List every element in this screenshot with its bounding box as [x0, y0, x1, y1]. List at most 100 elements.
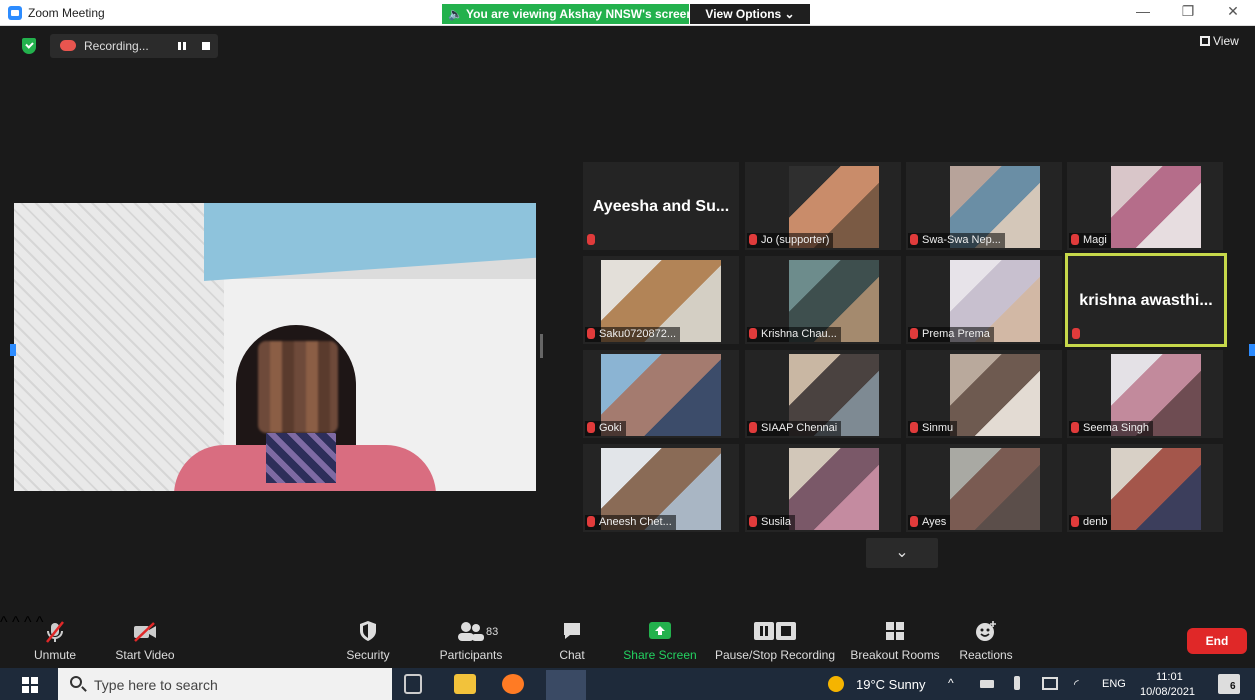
- wifi-icon[interactable]: ◜: [1074, 677, 1079, 691]
- participant-name-label: Ayes: [908, 515, 951, 530]
- share-screen-button[interactable]: Share Screen: [622, 620, 698, 662]
- stop-recording-icon[interactable]: [202, 42, 210, 50]
- participant-name-label: Aneesh Chet...: [585, 515, 676, 530]
- security-button[interactable]: Security: [340, 620, 396, 662]
- reactions-smiley-icon: [956, 620, 1016, 644]
- participant-tile[interactable]: Ayes: [906, 444, 1062, 532]
- start-video-label: Start Video: [115, 648, 175, 662]
- participant-tile[interactable]: Sinmu: [906, 350, 1062, 438]
- split-divider-handle[interactable]: [540, 334, 543, 358]
- muted-mic-icon: [1071, 516, 1079, 527]
- participant-tile[interactable]: Ayeesha and Su...: [583, 162, 739, 250]
- more-participants-chevron-icon[interactable]: ⌄: [866, 538, 938, 568]
- participant-name: Seema Singh: [1083, 422, 1150, 434]
- restore-button[interactable]: ❐: [1173, 3, 1203, 20]
- minimize-button[interactable]: —: [1128, 3, 1158, 19]
- firefox-icon[interactable]: [502, 674, 524, 694]
- muted-mic-icon: [749, 234, 757, 245]
- presenter-face-blurred: [258, 341, 338, 433]
- muted-mic-icon: [749, 422, 757, 433]
- grid-icon: [1200, 36, 1210, 46]
- taskbar-search-box[interactable]: Type here to search: [58, 668, 392, 700]
- participants-count: 83: [486, 626, 499, 638]
- meeting-toolbar: Unmute ^ Start Video ^ Security Particip…: [0, 614, 1255, 668]
- weather-text[interactable]: 19°C Sunny: [856, 677, 926, 692]
- participant-name: Prema Prema: [922, 328, 990, 340]
- participant-tile[interactable]: Seema Singh: [1067, 350, 1223, 438]
- participant-tile[interactable]: Goki: [583, 350, 739, 438]
- zoom-taskbar-icon[interactable]: [546, 670, 586, 700]
- language-indicator[interactable]: ENG: [1102, 678, 1126, 690]
- participant-tile[interactable]: Aneesh Chet...: [583, 444, 739, 532]
- view-layout-button[interactable]: View: [1200, 34, 1239, 48]
- participant-tile[interactable]: denb: [1067, 444, 1223, 532]
- participant-name: denb: [1083, 516, 1108, 528]
- muted-mic-icon: [587, 516, 595, 527]
- close-button[interactable]: ✕: [1218, 3, 1248, 20]
- battery-icon[interactable]: [980, 680, 994, 688]
- participant-name-label: Susila: [747, 515, 795, 530]
- participant-name: Swa-Swa Nep...: [922, 234, 1001, 246]
- video-options-caret-icon[interactable]: ^: [12, 614, 20, 631]
- tray-chevron-icon[interactable]: ^: [948, 676, 954, 690]
- participant-tile[interactable]: Saku0720872...: [583, 256, 739, 344]
- pause-stop-recording-button[interactable]: Pause/Stop Recording: [714, 620, 836, 662]
- window-title: Zoom Meeting: [28, 6, 105, 20]
- reactions-label: Reactions: [959, 648, 1013, 662]
- participant-name-label: Goki: [585, 421, 626, 436]
- ceiling: [204, 203, 536, 281]
- task-view-icon[interactable]: [404, 674, 422, 694]
- participant-video: [789, 448, 879, 530]
- participant-name-label: [1070, 327, 1088, 342]
- muted-mic-icon: [749, 516, 757, 527]
- participant-tile[interactable]: Prema Prema: [906, 256, 1062, 344]
- participant-tile[interactable]: Swa-Swa Nep...: [906, 162, 1062, 250]
- breakout-rooms-label: Breakout Rooms: [850, 648, 940, 662]
- participant-name: Goki: [599, 422, 622, 434]
- muted-mic-icon: [1071, 422, 1079, 433]
- participant-name-label: Prema Prema: [908, 327, 994, 342]
- reactions-button[interactable]: Reactions: [956, 620, 1016, 662]
- encryption-shield-icon[interactable]: [22, 38, 36, 54]
- participant-name-label: Krishna Chau...: [747, 327, 841, 342]
- audio-options-caret-icon[interactable]: ^: [0, 614, 8, 631]
- muted-mic-icon: [749, 328, 757, 339]
- participant-tile[interactable]: Krishna Chau...: [745, 256, 901, 344]
- file-explorer-icon[interactable]: [454, 674, 476, 694]
- start-video-button[interactable]: Start Video: [110, 620, 180, 662]
- participant-tile[interactable]: krishna awasthi...: [1065, 253, 1227, 347]
- clock-time[interactable]: 11:01: [1156, 671, 1183, 683]
- muted-mic-icon: [910, 516, 918, 527]
- notification-center-icon[interactable]: [1218, 674, 1240, 694]
- participant-display-name: krishna awasthi...: [1079, 292, 1213, 309]
- pause-stop-recording-label: Pause/Stop Recording: [714, 648, 836, 662]
- end-meeting-button[interactable]: End: [1187, 628, 1247, 654]
- view-options-button[interactable]: View Options ⌄: [690, 4, 810, 24]
- participant-name: Susila: [761, 516, 791, 528]
- presenter-figure: [174, 323, 444, 491]
- participant-tile[interactable]: Magi: [1067, 162, 1223, 250]
- unmute-button[interactable]: Unmute: [28, 620, 82, 662]
- participant-name: Aneesh Chet...: [599, 516, 672, 528]
- device-icon[interactable]: [1042, 677, 1058, 690]
- zoom-meeting-window: Zoom Meeting 🔈 You are viewing Akshay NN…: [0, 0, 1255, 700]
- clock-date[interactable]: 10/08/2021: [1140, 686, 1195, 698]
- participant-tile[interactable]: Jo (supporter): [745, 162, 901, 250]
- participant-video: [950, 448, 1040, 530]
- participant-name: Magi: [1083, 234, 1107, 246]
- participant-name: Ayes: [922, 516, 947, 528]
- usb-icon[interactable]: [1014, 676, 1020, 690]
- participant-tile[interactable]: SIAAP Chennai: [745, 350, 901, 438]
- muted-mic-icon: [587, 234, 595, 245]
- breakout-rooms-icon: [848, 620, 942, 644]
- chat-bubble-icon: [554, 620, 590, 644]
- chat-button[interactable]: Chat: [554, 620, 590, 662]
- participant-name: Saku0720872...: [599, 328, 677, 340]
- breakout-rooms-button[interactable]: Breakout Rooms: [848, 620, 942, 662]
- title-bar: Zoom Meeting 🔈 You are viewing Akshay NN…: [0, 0, 1255, 26]
- participant-name-label: SIAAP Chennai: [747, 421, 842, 436]
- presenter-scarf: [266, 433, 336, 483]
- participant-tile[interactable]: Susila: [745, 444, 901, 532]
- windows-start-icon[interactable]: [22, 677, 38, 693]
- pause-recording-icon[interactable]: [178, 42, 186, 50]
